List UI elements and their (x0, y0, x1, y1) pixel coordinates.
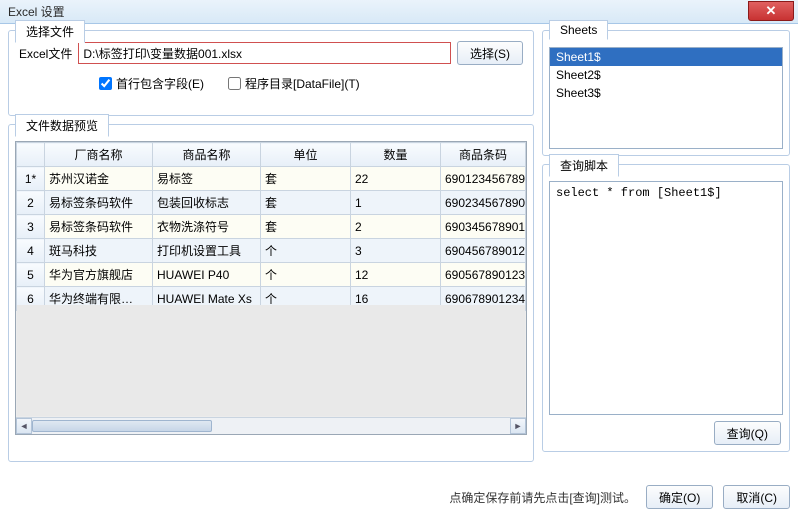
col-product[interactable]: 商品名称 (153, 143, 261, 167)
cell: 衣物洗涤符号 (153, 215, 261, 239)
table-row[interactable]: 1* 苏州汉诺金 易标签 套 22 690123456789 (17, 167, 526, 191)
scroll-right-icon[interactable]: ► (510, 418, 526, 434)
cell: 易标签条码软件 (45, 215, 153, 239)
sheets-group: Sheets Sheet1$ Sheet2$ Sheet3$ (542, 30, 790, 156)
table-row[interactable]: 5 华为官方旗舰店 HUAWEI P40 个 12 690567890123 (17, 263, 526, 287)
grid-empty-area (17, 305, 525, 416)
cell: 华为官方旗舰店 (45, 263, 153, 287)
query-button[interactable]: 查询(Q) (714, 421, 781, 445)
browse-button[interactable]: 选择(S) (457, 41, 523, 65)
close-icon: ✕ (766, 3, 777, 19)
file-select-group: 选择文件 Excel文件 选择(S) 首行包含字段(E) 程序目录[DataFi… (8, 30, 534, 116)
tab-query-script[interactable]: 查询脚本 (549, 154, 619, 177)
datafile-dir-label: 程序目录[DataFile](T) (245, 75, 360, 92)
list-item[interactable]: Sheet2$ (550, 66, 782, 84)
query-script-group: 查询脚本 select * from [Sheet1$] 查询(Q) (542, 164, 790, 452)
cell: 个 (261, 239, 351, 263)
first-row-fields-checkbox[interactable]: 首行包含字段(E) (99, 75, 204, 92)
close-button[interactable]: ✕ (748, 1, 794, 21)
cell: 打印机设置工具 (153, 239, 261, 263)
cancel-button[interactable]: 取消(C) (723, 485, 790, 509)
cell: 易标签条码软件 (45, 191, 153, 215)
col-rownum[interactable] (17, 143, 45, 167)
col-qty[interactable]: 数量 (351, 143, 441, 167)
cell: 易标签 (153, 167, 261, 191)
cell: 1 (351, 191, 441, 215)
first-row-fields-label: 首行包含字段(E) (116, 75, 204, 92)
data-grid[interactable]: 厂商名称 商品名称 单位 数量 商品条码 1* 苏州汉诺金 易标签 套 22 (15, 141, 527, 435)
first-row-fields-input[interactable] (99, 77, 112, 90)
cell: 斑马科技 (45, 239, 153, 263)
cell: 690345678901 (441, 215, 526, 239)
cell: HUAWEI P40 (153, 263, 261, 287)
table-row[interactable]: 2 易标签条码软件 包装回收标志 套 1 690234567890 (17, 191, 526, 215)
cell: 2 (351, 215, 441, 239)
title-bar: Excel 设置 ✕ (0, 0, 798, 24)
footer-hint: 点确定保存前请先点击[查询]测试。 (449, 489, 636, 506)
ok-button[interactable]: 确定(O) (646, 485, 713, 509)
scroll-left-icon[interactable]: ◄ (16, 418, 32, 434)
cell: 690456789012 (441, 239, 526, 263)
tab-sheets[interactable]: Sheets (549, 20, 608, 40)
table-row[interactable]: 3 易标签条码软件 衣物洗涤符号 套 2 690345678901 (17, 215, 526, 239)
col-barcode[interactable]: 商品条码 (441, 143, 526, 167)
excel-file-label: Excel文件 (19, 45, 72, 62)
row-num: 4 (17, 239, 45, 263)
list-item[interactable]: Sheet3$ (550, 84, 782, 102)
query-script-textarea[interactable]: select * from [Sheet1$] (549, 181, 783, 415)
cell: 套 (261, 167, 351, 191)
table-row[interactable]: 4 斑马科技 打印机设置工具 个 3 690456789012 (17, 239, 526, 263)
dialog-footer: 点确定保存前请先点击[查询]测试。 确定(O) 取消(C) (449, 485, 790, 509)
data-preview-group: 文件数据预览 厂商名称 商品名称 单位 数量 商品条码 (8, 124, 534, 462)
cell: 苏州汉诺金 (45, 167, 153, 191)
list-item[interactable]: Sheet1$ (550, 48, 782, 66)
datafile-dir-checkbox[interactable]: 程序目录[DataFile](T) (228, 75, 360, 92)
cell: 12 (351, 263, 441, 287)
cell: 690567890123 (441, 263, 526, 287)
cell: 套 (261, 215, 351, 239)
sheets-list[interactable]: Sheet1$ Sheet2$ Sheet3$ (549, 47, 783, 149)
row-num: 2 (17, 191, 45, 215)
tab-select-file[interactable]: 选择文件 (15, 20, 85, 43)
cell: 套 (261, 191, 351, 215)
window-title: Excel 设置 (8, 3, 65, 20)
col-unit[interactable]: 单位 (261, 143, 351, 167)
cell: 个 (261, 263, 351, 287)
cell: 690234567890 (441, 191, 526, 215)
scroll-thumb[interactable] (32, 420, 212, 432)
cell: 22 (351, 167, 441, 191)
row-num: 1* (17, 167, 45, 191)
cell: 3 (351, 239, 441, 263)
col-vendor[interactable]: 厂商名称 (45, 143, 153, 167)
excel-file-input[interactable] (78, 42, 451, 64)
cell: 包装回收标志 (153, 191, 261, 215)
cell: 690123456789 (441, 167, 526, 191)
horizontal-scrollbar[interactable]: ◄ ► (16, 417, 526, 434)
datafile-dir-input[interactable] (228, 77, 241, 90)
row-num: 3 (17, 215, 45, 239)
tab-data-preview[interactable]: 文件数据预览 (15, 114, 109, 137)
row-num: 5 (17, 263, 45, 287)
